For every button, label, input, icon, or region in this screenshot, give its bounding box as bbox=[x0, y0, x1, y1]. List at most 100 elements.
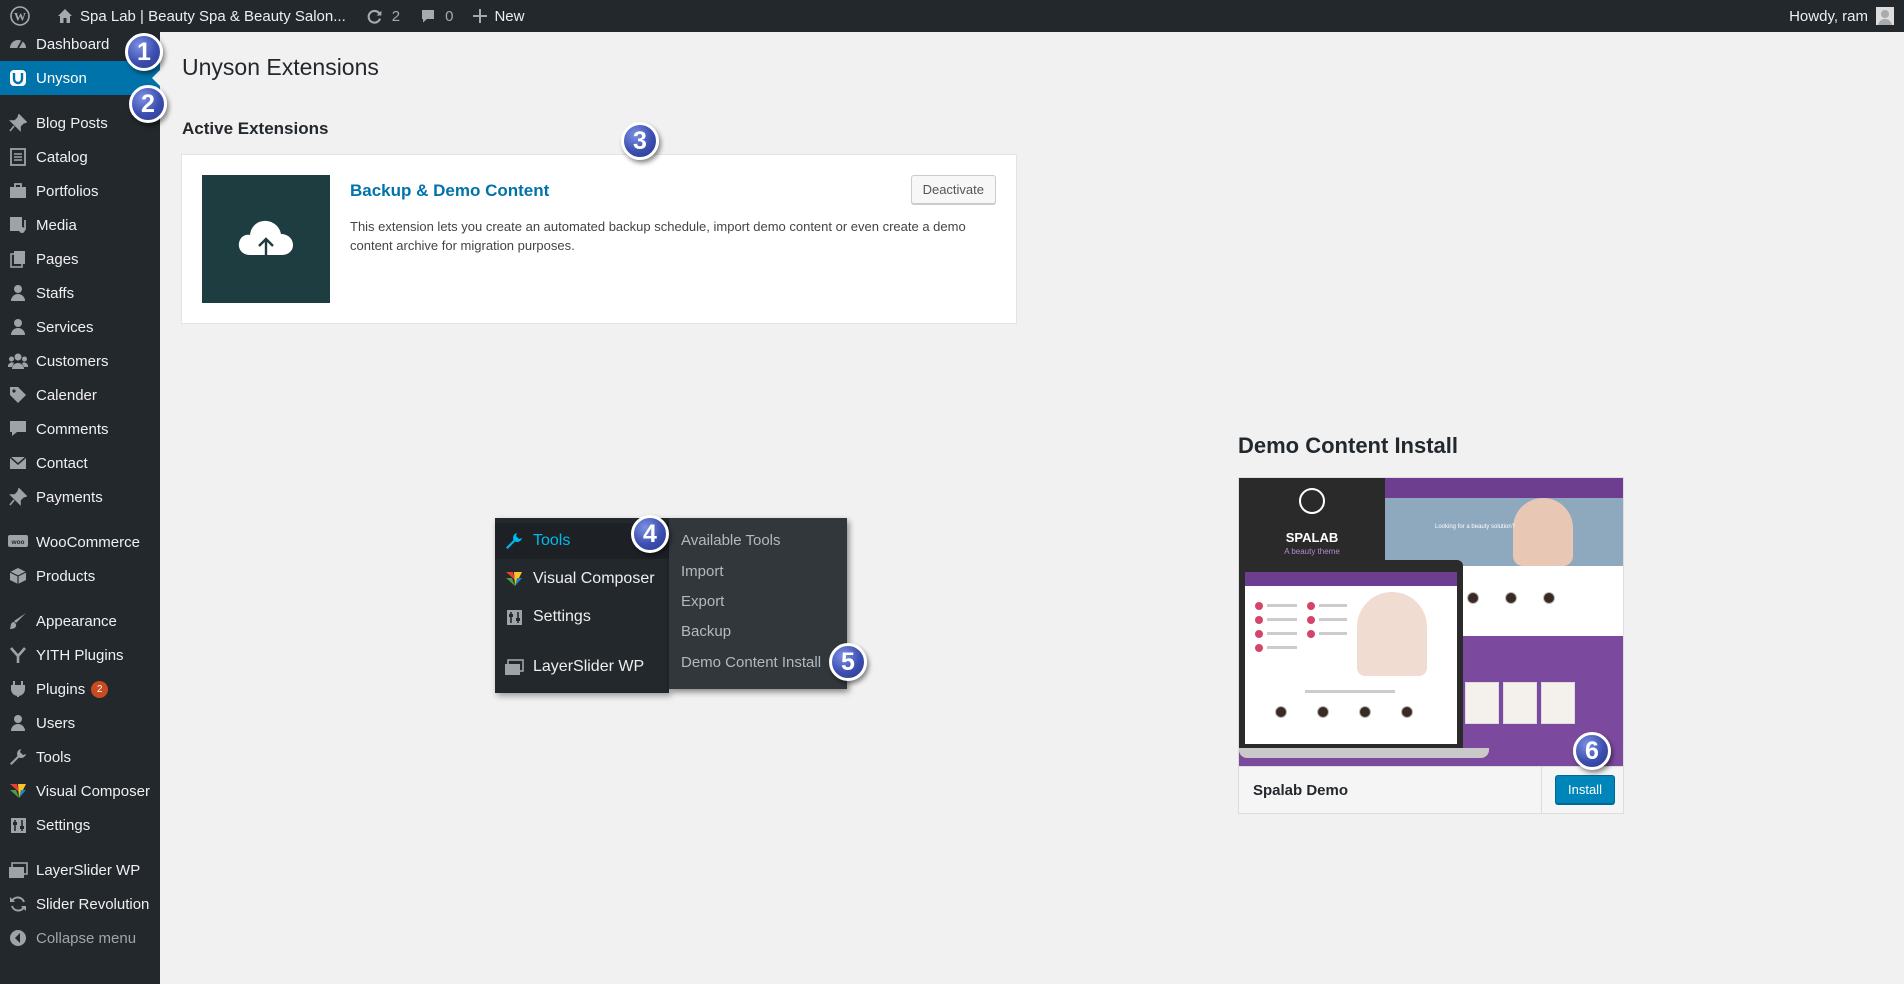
plus-icon bbox=[473, 9, 488, 23]
sidebar-item-services[interactable]: Services bbox=[0, 310, 160, 344]
sidebar-item-label: Portfolios bbox=[36, 182, 99, 200]
layers-icon bbox=[495, 658, 533, 676]
demo-laptop-screen bbox=[1245, 572, 1457, 744]
demo-logo-panel: SPALAB A beauty theme bbox=[1239, 478, 1385, 566]
demo-name: Spalab Demo bbox=[1253, 782, 1349, 799]
sidebar-item-tools[interactable]: Tools bbox=[0, 740, 160, 774]
sidebar-item-pages[interactable]: Pages bbox=[0, 242, 160, 276]
collapse-icon bbox=[0, 921, 36, 955]
pin-icon bbox=[0, 480, 36, 514]
callout-3: 3 bbox=[621, 122, 659, 160]
sidebar-item-label: Comments bbox=[36, 420, 109, 438]
sidebar-item-appearance[interactable]: Appearance bbox=[0, 604, 160, 638]
sidebar-item-label: Services bbox=[36, 318, 94, 336]
sidebar-item-layerslider-wp[interactable]: LayerSlider WP bbox=[0, 853, 160, 887]
install-button[interactable]: Install bbox=[1555, 775, 1615, 804]
sidebar-item-label: Collapse menu bbox=[36, 929, 137, 947]
submenu-item-available-tools[interactable]: Available Tools bbox=[681, 532, 781, 549]
plugin-updates-badge: 2 bbox=[91, 680, 109, 698]
submenu-item-import[interactable]: Import bbox=[681, 563, 724, 580]
sidebar-item-products[interactable]: Products bbox=[0, 559, 160, 593]
sidebar-item-staffs[interactable]: Staffs bbox=[0, 276, 160, 310]
sidebar-item-comments[interactable]: Comments bbox=[0, 412, 160, 446]
sidebar-item-label: Staffs bbox=[36, 284, 75, 302]
updates-link[interactable]: 2 bbox=[356, 0, 410, 32]
sidebar-item-label: Products bbox=[36, 567, 96, 585]
sidebar-item-catalog[interactable]: Catalog bbox=[0, 140, 160, 174]
user-icon bbox=[0, 276, 36, 310]
sidebar-item-visual-composer[interactable]: Visual Composer bbox=[0, 774, 160, 808]
tools-menu-label: LayerSlider WP bbox=[533, 658, 645, 675]
tools-menu-item-visual-composer[interactable]: Visual Composer bbox=[495, 561, 669, 597]
sidebar-item-plugins[interactable]: Plugins 2 bbox=[0, 672, 160, 706]
demo-card: SPALAB A beauty theme Looking for a beau… bbox=[1238, 477, 1624, 814]
appearance-icon bbox=[0, 604, 36, 638]
sidebar-item-label: WooCommerce bbox=[36, 533, 140, 551]
sidebar-item-label: Dashboard bbox=[36, 35, 110, 53]
sidebar-item-collapse-menu[interactable]: Collapse menu bbox=[0, 921, 160, 955]
sidebar-item-payments[interactable]: Payments bbox=[0, 480, 160, 514]
submenu-item-backup[interactable]: Backup bbox=[681, 623, 731, 640]
submenu-item-demo-content-install[interactable]: Demo Content Install bbox=[681, 654, 821, 671]
sidebar-item-yith-plugins[interactable]: YITH Plugins bbox=[0, 638, 160, 672]
demo-footer-divider bbox=[1541, 767, 1542, 814]
demo-screenshot: SPALAB A beauty theme Looking for a beau… bbox=[1239, 478, 1623, 766]
pages-icon bbox=[0, 242, 36, 276]
sidebar-item-label: Slider Revolution bbox=[36, 895, 150, 913]
greeting: Howdy, ram bbox=[1789, 7, 1868, 25]
yith-icon bbox=[0, 638, 36, 672]
section-title: Active Extensions bbox=[182, 119, 329, 138]
updates-icon bbox=[367, 9, 382, 24]
woocommerce-icon: woo bbox=[0, 525, 36, 559]
sidebar-item-settings[interactable]: Settings bbox=[0, 808, 160, 842]
extension-title-link[interactable]: Backup & Demo Content bbox=[350, 181, 549, 201]
new-content-link[interactable]: New bbox=[463, 0, 534, 32]
demo-tagline: A beauty theme bbox=[1284, 547, 1340, 556]
sidebar-item-contact[interactable]: Contact bbox=[0, 446, 160, 480]
callout-4: 4 bbox=[631, 515, 669, 553]
user-icon bbox=[0, 706, 36, 740]
avatar bbox=[1876, 7, 1894, 25]
svg-text:W: W bbox=[14, 10, 26, 24]
extension-thumbnail bbox=[202, 175, 330, 303]
sidebar-item-users[interactable]: Users bbox=[0, 706, 160, 740]
sidebar-item-calender[interactable]: Calender bbox=[0, 378, 160, 412]
vc-icon bbox=[495, 570, 533, 588]
my-account-link[interactable]: Howdy, ram bbox=[1779, 0, 1904, 32]
comments-link[interactable]: 0 bbox=[410, 0, 463, 32]
sidebar-item-woocommerce[interactable]: woo WooCommerce bbox=[0, 525, 160, 559]
sidebar-item-portfolios[interactable]: Portfolios bbox=[0, 174, 160, 208]
demo-logo-icon bbox=[1299, 488, 1325, 514]
sidebar-item-label: Customers bbox=[36, 352, 109, 370]
new-label: New bbox=[494, 7, 525, 25]
callout-2: 2 bbox=[129, 85, 167, 123]
tools-menu-item-settings[interactable]: Settings bbox=[495, 599, 669, 635]
sidebar-item-label: Visual Composer bbox=[36, 782, 150, 800]
sidebar-item-slider-revolution[interactable]: Slider Revolution bbox=[0, 887, 160, 921]
tools-menu-item-layerslider[interactable]: LayerSlider WP bbox=[495, 649, 669, 685]
sidebar-item-label: Catalog bbox=[36, 148, 88, 166]
refresh-icon bbox=[0, 887, 36, 921]
extension-description: This extension lets you create an automa… bbox=[350, 219, 966, 253]
wrench-icon bbox=[495, 532, 533, 550]
catalog-icon bbox=[0, 140, 36, 174]
extension-card: Backup & Demo Content This extension let… bbox=[181, 154, 1017, 324]
tools-menu-label: Visual Composer bbox=[533, 570, 655, 587]
unyson-icon bbox=[0, 61, 36, 95]
sidebar-item-label: Unyson bbox=[36, 69, 87, 87]
vc-icon bbox=[0, 774, 36, 808]
sidebar-item-media[interactable]: Media bbox=[0, 208, 160, 242]
wordpress-icon: W bbox=[10, 6, 30, 26]
plugins-icon bbox=[0, 672, 36, 706]
sidebar-item-label: Settings bbox=[36, 816, 91, 834]
comments-icon bbox=[0, 412, 36, 446]
admin-bar: W Spa Lab | Beauty Spa & Beauty Salon...… bbox=[0, 0, 1904, 32]
cloud-upload-icon bbox=[238, 220, 293, 259]
demo-install-heading: Demo Content Install bbox=[1238, 433, 1459, 458]
deactivate-button[interactable]: Deactivate bbox=[910, 175, 996, 204]
submenu-item-export[interactable]: Export bbox=[681, 593, 724, 610]
sidebar-item-customers[interactable]: Customers bbox=[0, 344, 160, 378]
current-menu-arrow bbox=[152, 70, 160, 86]
settings-icon bbox=[495, 609, 533, 626]
media-icon bbox=[0, 208, 36, 242]
